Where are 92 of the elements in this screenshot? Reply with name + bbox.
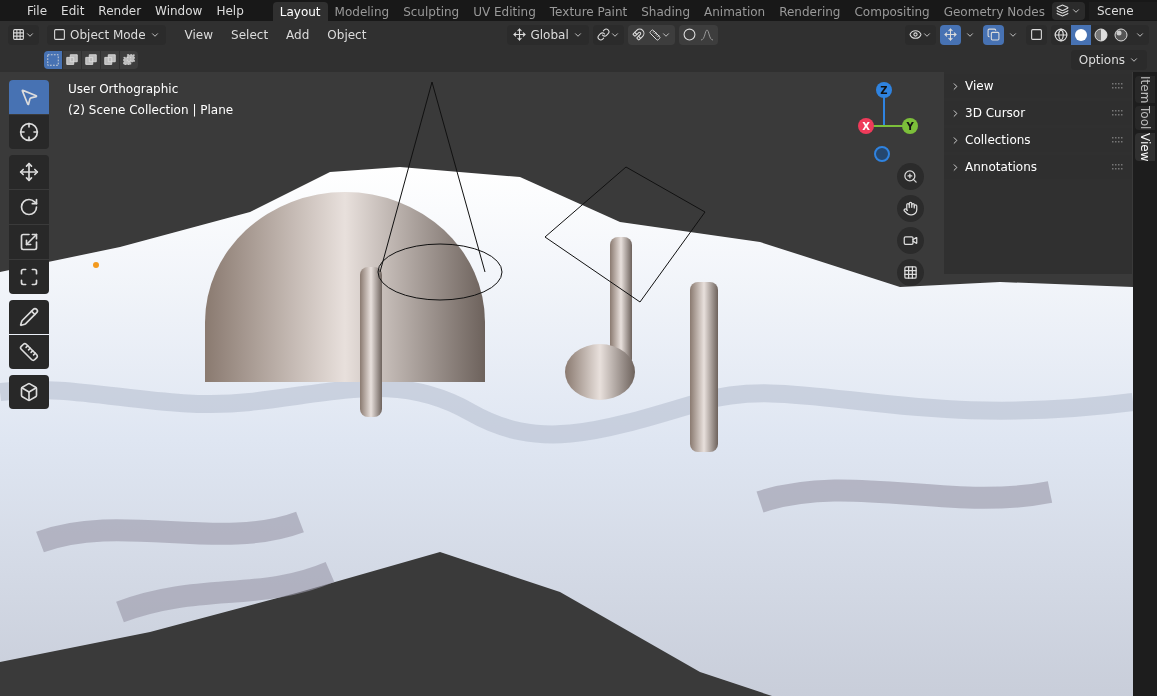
menu-item[interactable]: Render [91,1,149,20]
tool-button[interactable] [9,155,49,189]
sidebar-tab[interactable]: View [1135,132,1155,162]
tool-button[interactable] [9,335,49,369]
shading-mode-button[interactable] [1071,24,1091,45]
workspace-tab[interactable]: Animation [697,2,773,21]
workspace-tab[interactable]: Modeling [327,2,397,21]
menu-item[interactable]: File [20,1,55,20]
solid-sphere-icon [1074,27,1088,42]
selection-mode-icon [65,53,79,67]
camera-view-button[interactable] [897,227,924,254]
workspace-tab[interactable]: UV Editing [466,2,543,21]
eye-icon [909,28,922,41]
zoom-icon [903,169,918,184]
sidebar-tab[interactable]: Item [1135,76,1155,104]
viewport-info-text: User Orthographic [68,81,180,98]
snap-toggle[interactable] [627,24,675,45]
transform-tool-icon [19,267,39,287]
workspace-tab[interactable]: Shading [634,2,697,21]
panel-title: Annotations [965,159,1038,176]
axis-gizmo-drawing[interactable]: Z X Y [848,80,920,164]
select-tool-icon [19,87,39,107]
rotate-tool-icon [19,197,39,217]
magnet-icon [631,28,645,41]
half-shaded-sphere-icon [1094,27,1108,42]
zoom-button[interactable] [897,163,924,190]
selection-mode-icon [46,53,60,67]
selection-mode-icon [84,53,98,67]
menu-item[interactable]: View [177,25,221,44]
workspace-tab[interactable]: Rendering [772,2,848,21]
sidebar-tab[interactable]: Tool [1135,106,1155,130]
add-cube-tool-icon [19,382,39,402]
menu-item[interactable]: Help [209,1,251,20]
caret-icon [1129,55,1139,65]
proportional-edit-toggle[interactable] [678,24,718,45]
menu-item[interactable]: Add [279,25,317,44]
proportional-icon [682,28,696,41]
selection-mode-icon [122,53,136,67]
mode-dropdown[interactable]: Object Mode [47,24,166,45]
selection-mode-button[interactable] [120,51,138,69]
workspace-tab[interactable]: Layout [272,2,328,21]
selection-mode-button[interactable] [82,51,100,69]
panel-title: View [965,78,994,95]
selection-mode-icon [103,53,117,67]
tool-button[interactable] [9,300,49,334]
workspace-tab[interactable]: Compositing [847,2,937,21]
scale-tool-icon [19,232,39,252]
measure-tool-icon [19,342,39,362]
cursor-tool-icon [19,122,39,142]
workspace-tab[interactable]: Geometry Nodes [936,2,1052,21]
selection-mode-button[interactable] [44,51,62,69]
selection-mode-button[interactable] [101,51,119,69]
drag-handle-icon[interactable] [1112,110,1124,116]
visibility-button[interactable] [905,24,936,45]
menu-item[interactable]: Object [320,25,374,44]
xray-toggle[interactable] [1026,24,1047,45]
editor-type-button[interactable] [8,24,39,45]
drag-handle-icon[interactable] [1112,137,1124,143]
scene-field[interactable]: Scene [1088,1,1157,20]
panel-title: 3D Cursor [965,105,1026,122]
viewport-info-text: (2) Scene Collection | Plane [68,102,234,119]
overlays-toggle[interactable] [983,24,1004,45]
orthographic-toggle[interactable] [897,259,924,286]
menu-item[interactable]: Window [148,1,210,20]
falloff-curve-icon [699,28,714,41]
scene-selector[interactable] [1051,1,1085,20]
gizmo-toggle[interactable] [940,24,961,45]
camera-icon [903,233,918,248]
hand-icon [903,201,918,216]
workspace-tab[interactable]: Texture Paint [542,2,635,21]
panel-title: Collections [965,132,1031,149]
drag-handle-icon[interactable] [1112,83,1124,89]
tool-button[interactable] [9,375,49,409]
wireframe-sphere-icon [1054,27,1068,42]
selection-mode-button[interactable] [63,51,81,69]
options-dropdown[interactable]: Options [1070,50,1147,70]
tool-button[interactable] [9,115,49,149]
link-icon [596,28,610,41]
move-tool-icon [19,162,39,182]
tool-button[interactable] [9,225,49,259]
workspace-tab[interactable]: Sculpting [396,2,467,21]
tool-button[interactable] [9,190,49,224]
menu-item[interactable]: Edit [54,1,92,20]
orientation-dropdown[interactable]: Global [507,24,589,45]
shaded-sphere-icon [1114,27,1128,42]
menu-item[interactable]: Select [224,25,276,44]
pivot-button[interactable] [592,24,624,45]
tool-button[interactable] [9,260,49,294]
annotate-tool-icon [19,307,39,327]
pan-button[interactable] [897,195,924,222]
grid-icon [903,265,918,280]
drag-handle-icon[interactable] [1112,164,1124,170]
